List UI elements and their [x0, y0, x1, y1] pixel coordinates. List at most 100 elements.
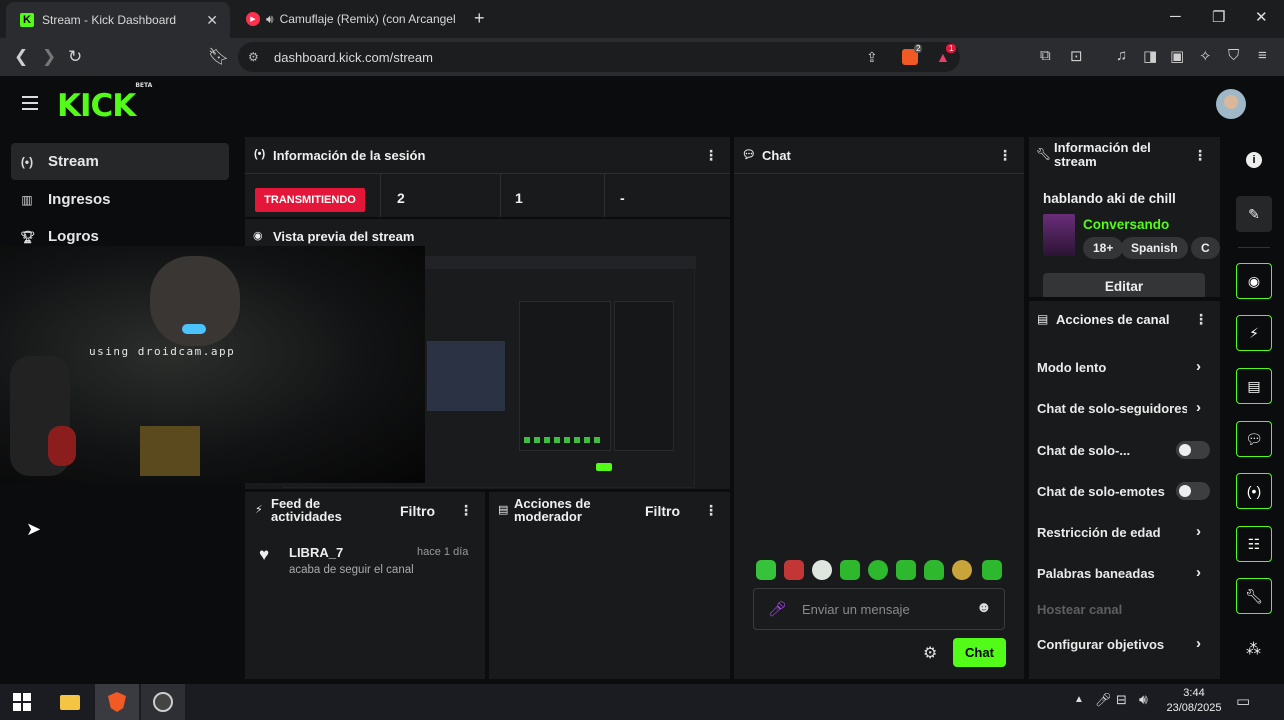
trophy-icon: 🏆︎: [20, 229, 36, 244]
url-text: dashboard.kick.com/stream: [274, 49, 433, 65]
mod-filter-button[interactable]: Filtro: [645, 503, 680, 519]
tab-kick-dashboard[interactable]: K Stream - Kick Dashboard ✕: [6, 2, 230, 38]
reload-icon[interactable]: ↻: [68, 47, 82, 67]
emote-icon[interactable]: [812, 560, 832, 580]
chevron-right-icon[interactable]: ›: [1196, 523, 1201, 540]
leo-ai-icon[interactable]: ✧: [1199, 47, 1212, 65]
stream-info-options-icon[interactable]: ⋮: [1193, 147, 1207, 164]
info-icon[interactable]: i: [1246, 152, 1262, 168]
emote-icon[interactable]: [868, 560, 888, 580]
activity-feed-title: Feed de actividades: [271, 496, 342, 524]
edit-layout-button[interactable]: ✎: [1236, 196, 1272, 232]
chevron-right-icon[interactable]: ›: [1196, 358, 1201, 375]
address-bar[interactable]: ⚙ dashboard.kick.com/stream ⇪ 2 ▲ 1: [238, 42, 960, 72]
emoji-picker-icon[interactable]: ☻: [976, 599, 992, 616]
chat-toggle[interactable]: 💬︎: [1236, 421, 1272, 457]
session-info-toggle[interactable]: (•): [1236, 473, 1272, 509]
emotes-only-toggle[interactable]: [1176, 482, 1210, 500]
moderator-actions-toggle[interactable]: ▤: [1236, 368, 1272, 404]
close-window-button[interactable]: ✕: [1255, 8, 1268, 26]
minimize-button[interactable]: ─: [1170, 8, 1181, 25]
edit-stream-button[interactable]: Editar: [1043, 273, 1205, 297]
extensions-icon[interactable]: ⧉: [1040, 47, 1051, 64]
stream-info-toggle[interactable]: 🔧︎: [1236, 578, 1272, 614]
more-widgets-icon[interactable]: ⁂: [1246, 640, 1261, 658]
user-avatar[interactable]: [1216, 89, 1246, 119]
feed-event-time: hace 1 día: [417, 546, 469, 558]
activity-feed-toggle[interactable]: ⚡︎: [1236, 315, 1272, 351]
emote-icon[interactable]: [896, 560, 916, 580]
tab-youtube-music[interactable]: ▶ 🔊︎ Camuflaje (Remix) (con Arcangel: [232, 4, 462, 34]
chevron-right-icon[interactable]: ›: [1196, 399, 1201, 416]
network-icon[interactable]: ⊟: [1116, 692, 1127, 708]
site-settings-icon[interactable]: ⚙: [248, 50, 259, 64]
rewards-count-badge: 1: [946, 44, 957, 53]
session-options-icon[interactable]: ⋮: [704, 147, 718, 164]
microphone-icon[interactable]: 🎤︎: [1095, 692, 1112, 708]
file-explorer-icon[interactable]: [48, 684, 92, 720]
chevron-up-icon[interactable]: ▲: [1074, 694, 1084, 705]
banned-words-item[interactable]: Palabras baneadas: [1037, 566, 1155, 581]
new-tab-button[interactable]: +: [474, 8, 485, 29]
feed-event-user[interactable]: LIBRA_7: [289, 545, 343, 560]
emote-icon[interactable]: [982, 560, 1002, 580]
media-icon[interactable]: ♫: [1116, 47, 1127, 64]
category-thumbnail[interactable]: [1043, 214, 1075, 256]
microphone-icon[interactable]: 🎤︎: [768, 600, 787, 618]
volume-icon[interactable]: 🔊︎: [1139, 691, 1148, 708]
feed-options-icon[interactable]: ⋮: [459, 502, 473, 519]
chat-options-icon[interactable]: ⋮: [998, 147, 1012, 164]
chat-message-input[interactable]: 🎤︎ Enviar un mensaje ☻: [753, 588, 1005, 630]
broadcast-icon: (•): [20, 154, 34, 169]
wallet-icon[interactable]: ▣: [1170, 47, 1184, 65]
emote-icon[interactable]: [756, 560, 776, 580]
subscribers-only-toggle[interactable]: [1176, 441, 1210, 459]
folder-icon: [60, 694, 80, 710]
forward-icon[interactable]: ❯: [42, 47, 56, 67]
maximize-button[interactable]: ❐: [1212, 8, 1225, 26]
share-icon[interactable]: ⇪: [866, 49, 878, 66]
close-tab-icon[interactable]: ✕: [206, 12, 218, 29]
subscribers-only-item: Chat de solo-...: [1037, 443, 1131, 458]
windows-start-icon[interactable]: [0, 684, 44, 720]
browser-menu-icon[interactable]: ≡: [1258, 47, 1267, 64]
emote-icon[interactable]: [784, 560, 804, 580]
chevron-right-icon[interactable]: ›: [1196, 635, 1201, 652]
divider: [604, 173, 605, 217]
category-link[interactable]: Conversando: [1083, 217, 1169, 232]
chat-input-placeholder: Enviar un mensaje: [802, 602, 910, 617]
mod-options-icon[interactable]: ⋮: [704, 502, 718, 519]
feed-filter-button[interactable]: Filtro: [400, 503, 435, 519]
followers-only-item[interactable]: Chat de solo-seguidores: [1037, 401, 1187, 416]
stream-preview-toggle[interactable]: ◉: [1236, 263, 1272, 299]
taskbar-clock[interactable]: 3:44 23/08/2025: [1162, 686, 1226, 716]
preview-actions-panel: [614, 301, 674, 451]
obs-taskbar-icon[interactable]: [141, 684, 185, 720]
emote-icon[interactable]: [924, 560, 944, 580]
youtube-favicon-icon: ▶: [246, 12, 260, 26]
sidebar-item-stream[interactable]: (•) Stream: [11, 143, 229, 180]
beta-badge: BETA: [135, 81, 153, 89]
emote-icon[interactable]: [840, 560, 860, 580]
vpn-icon[interactable]: ⛉: [1228, 47, 1239, 64]
set-goals-item[interactable]: Configurar objetivos: [1037, 637, 1164, 652]
preview-emotes: [524, 437, 604, 443]
slow-mode-item[interactable]: Modo lento: [1037, 360, 1106, 375]
channel-actions-options-icon[interactable]: ⋮: [1194, 311, 1208, 328]
sidebar-toggle-icon[interactable]: ◨: [1143, 47, 1157, 65]
send-chat-button[interactable]: Chat: [953, 638, 1006, 667]
bookmark-icon[interactable]: 🔖︎: [208, 47, 230, 67]
wrench-icon: 🔧︎: [1036, 147, 1052, 161]
chevron-right-icon[interactable]: ›: [1196, 564, 1201, 581]
chat-settings-icon[interactable]: ⚙: [923, 643, 937, 663]
kick-logo[interactable]: KICKBETA: [57, 82, 152, 124]
back-icon[interactable]: ❮: [14, 47, 28, 67]
channel-actions-toggle[interactable]: ☷: [1236, 526, 1272, 562]
sidebar-item-ingresos[interactable]: ▥ Ingresos: [11, 181, 229, 218]
emote-icon[interactable]: [952, 560, 972, 580]
tab-search-icon[interactable]: ⊡: [1070, 47, 1083, 65]
hamburger-menu-icon[interactable]: [22, 96, 38, 110]
age-restriction-item[interactable]: Restricción de edad: [1037, 525, 1161, 540]
notifications-icon[interactable]: ▭: [1236, 692, 1250, 710]
brave-taskbar-icon[interactable]: [95, 684, 139, 720]
